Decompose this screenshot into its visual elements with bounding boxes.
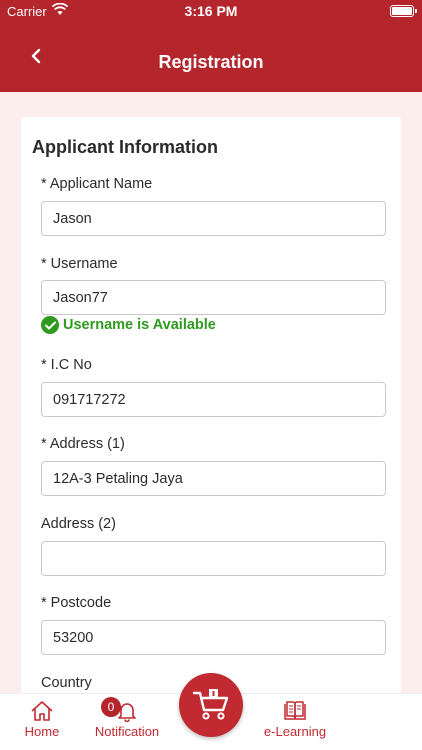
check-circle-icon (41, 316, 59, 334)
cart-button[interactable] (179, 673, 243, 737)
page-title: Registration (158, 52, 264, 72)
username-label: * Username (41, 256, 118, 272)
book-icon (284, 701, 306, 720)
username-status-text: Username is Available (63, 317, 216, 333)
notification-badge: 0 (101, 697, 121, 717)
username-input[interactable] (41, 280, 386, 315)
tab-elearning-label: e-Learning (263, 724, 327, 739)
postcode-label: * Postcode (41, 595, 112, 611)
battery-icon (390, 5, 417, 17)
username-availability: Username is Available (41, 316, 216, 334)
home-icon (31, 701, 53, 721)
navigation-bar: Registration (0, 22, 422, 92)
ic-no-label: * I.C No (41, 357, 92, 373)
ic-no-input[interactable] (41, 382, 386, 417)
address1-input[interactable] (41, 461, 386, 496)
section-title: Applicant Information (32, 137, 218, 157)
tab-elearning[interactable]: e-Learning (258, 700, 332, 739)
address2-label: Address (2) (41, 516, 116, 532)
applicant-name-label: * Applicant Name (41, 176, 153, 192)
tab-notification-label: Notification (94, 724, 160, 739)
tab-home-label: Home (24, 724, 60, 739)
status-bar: Carrier 3:16 PM (0, 0, 422, 22)
address1-label: * Address (1) (41, 436, 125, 452)
applicant-name-input[interactable] (41, 201, 386, 236)
clock: 3:16 PM (184, 3, 238, 19)
country-label: Country (41, 675, 92, 691)
postcode-input[interactable] (41, 620, 386, 655)
applicant-form-card: Applicant Information * Applicant Name *… (21, 117, 401, 717)
tab-notification[interactable]: 0 Notification (90, 697, 164, 739)
cart-icon (192, 689, 229, 720)
tab-home[interactable]: Home (20, 700, 64, 739)
address2-input[interactable] (41, 541, 386, 576)
